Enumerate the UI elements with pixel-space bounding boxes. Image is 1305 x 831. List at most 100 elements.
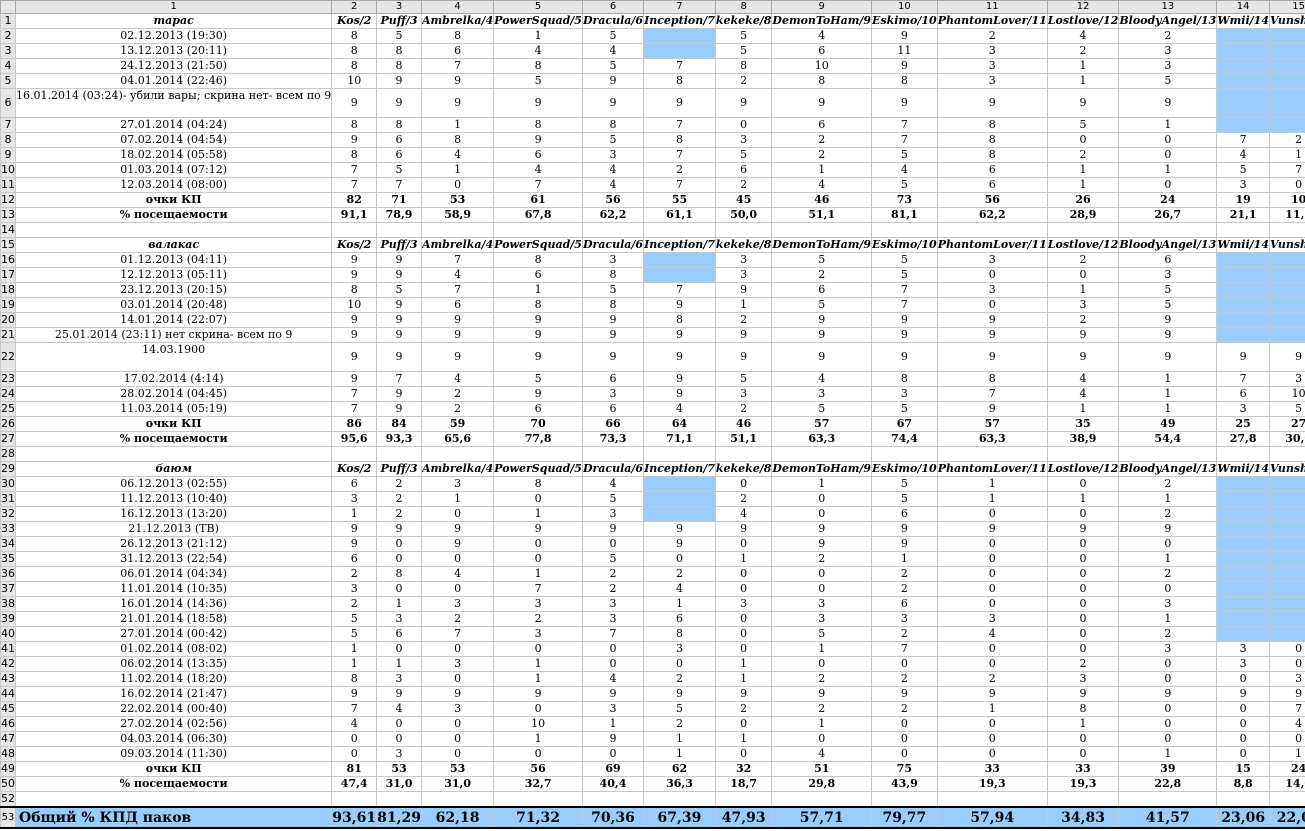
data-cell[interactable]: 1 — [1118, 746, 1218, 762]
data-cell[interactable]: 2 — [331, 566, 378, 582]
data-cell[interactable]: 2 — [581, 581, 645, 597]
data-cell[interactable]: 9 — [1046, 686, 1120, 702]
data-cell[interactable]: 1 — [1046, 401, 1120, 417]
data-cell[interactable]: 1 — [1046, 73, 1120, 89]
data-cell[interactable]: 9 — [331, 371, 378, 387]
data-cell[interactable]: 9 — [1046, 88, 1120, 118]
data-cell[interactable]: 0 — [376, 581, 422, 597]
data-cell[interactable] — [1216, 791, 1270, 808]
data-cell[interactable]: 9 — [376, 252, 422, 268]
data-cell[interactable]: 7 — [871, 282, 938, 298]
data-cell[interactable]: 9 — [771, 686, 873, 702]
data-cell[interactable] — [331, 791, 378, 808]
data-cell[interactable]: 0 — [493, 641, 583, 657]
data-cell[interactable]: BloodyAngel/13 — [1118, 237, 1218, 253]
data-cell[interactable]: 0 — [1216, 731, 1270, 747]
data-cell[interactable]: 73 — [871, 192, 938, 208]
data-cell[interactable]: 3 — [1216, 401, 1270, 417]
data-cell[interactable] — [1216, 506, 1270, 522]
row-label-cell[interactable]: 07.02.2014 (04:54) — [14, 132, 333, 148]
data-cell[interactable]: 9 — [1118, 686, 1218, 702]
data-cell[interactable]: 1 — [420, 117, 495, 133]
data-cell[interactable]: 3 — [420, 596, 495, 612]
column-header[interactable]: 6 — [581, 0, 645, 14]
data-cell[interactable]: 2 — [1046, 252, 1120, 268]
data-cell[interactable]: 63,3 — [771, 431, 873, 447]
data-cell[interactable]: 5 — [493, 371, 583, 387]
data-cell[interactable]: 6 — [1216, 386, 1270, 402]
data-cell[interactable]: 9 — [376, 686, 422, 702]
data-cell[interactable]: 0 — [1216, 701, 1270, 717]
data-cell[interactable]: 5 — [1118, 297, 1218, 313]
data-cell[interactable]: 7 — [376, 371, 422, 387]
data-cell[interactable]: 8 — [581, 297, 645, 313]
data-cell[interactable] — [1268, 491, 1305, 507]
data-cell[interactable]: 8 — [643, 73, 716, 89]
data-cell[interactable]: 9 — [1268, 686, 1305, 702]
row-label-cell[interactable]: 03.01.2014 (20:48) — [14, 297, 333, 313]
row-label-cell[interactable]: 02.12.2013 (19:30) — [14, 28, 333, 44]
row-label-cell[interactable]: 01.12.2013 (04:11) — [14, 252, 333, 268]
data-cell[interactable]: 5 — [871, 252, 938, 268]
data-cell[interactable]: 0 — [1046, 746, 1120, 762]
data-cell[interactable]: 0 — [1118, 147, 1218, 163]
row-header[interactable]: 35 — [0, 551, 16, 567]
data-cell[interactable]: 1 — [643, 746, 716, 762]
data-cell[interactable]: 7 — [331, 701, 378, 717]
data-cell[interactable]: 34,83 — [1046, 806, 1120, 829]
data-cell[interactable] — [1268, 446, 1305, 462]
data-cell[interactable] — [643, 267, 716, 283]
data-cell[interactable]: 2 — [714, 401, 773, 417]
data-cell[interactable]: 6 — [493, 401, 583, 417]
data-cell[interactable]: 0 — [493, 551, 583, 567]
data-cell[interactable]: 0 — [1118, 671, 1218, 687]
data-cell[interactable]: 6 — [771, 282, 873, 298]
data-cell[interactable] — [714, 791, 773, 808]
data-cell[interactable]: 9 — [493, 327, 583, 343]
data-cell[interactable]: 3 — [581, 147, 645, 163]
data-cell[interactable]: 0 — [771, 731, 873, 747]
data-cell[interactable]: 56 — [493, 761, 583, 777]
data-cell[interactable]: 1 — [1118, 162, 1218, 178]
data-cell[interactable]: 93,61 — [331, 806, 378, 829]
row-label-cell[interactable] — [14, 446, 333, 462]
data-cell[interactable] — [1118, 222, 1218, 238]
data-cell[interactable]: 5 — [871, 401, 938, 417]
data-cell[interactable]: 0 — [714, 566, 773, 582]
data-cell[interactable]: 27 — [1268, 416, 1305, 432]
data-cell[interactable] — [1046, 791, 1120, 808]
data-cell[interactable]: kekeke/8 — [714, 13, 773, 29]
data-cell[interactable]: 9 — [581, 312, 645, 328]
data-cell[interactable]: Wmii/14 — [1216, 237, 1270, 253]
data-cell[interactable]: 0 — [871, 656, 938, 672]
data-cell[interactable]: 3 — [771, 596, 873, 612]
row-header[interactable]: 10 — [0, 162, 16, 178]
data-cell[interactable]: Wmii/14 — [1216, 461, 1270, 477]
data-cell[interactable]: 5 — [331, 626, 378, 642]
data-cell[interactable]: Puff/3 — [376, 13, 422, 29]
data-cell[interactable] — [1216, 297, 1270, 313]
data-cell[interactable]: 1 — [1118, 551, 1218, 567]
data-cell[interactable]: 64 — [643, 416, 716, 432]
data-cell[interactable]: 5 — [771, 252, 873, 268]
data-cell[interactable]: 9 — [331, 132, 378, 148]
data-cell[interactable]: 0 — [936, 506, 1048, 522]
data-cell[interactable]: 35 — [1046, 416, 1120, 432]
data-cell[interactable]: 1 — [771, 162, 873, 178]
data-cell[interactable]: 7 — [420, 58, 495, 74]
data-cell[interactable]: 2 — [714, 177, 773, 193]
data-cell[interactable]: 1 — [643, 596, 716, 612]
data-cell[interactable]: 0 — [1046, 596, 1120, 612]
data-cell[interactable]: 5 — [581, 132, 645, 148]
data-cell[interactable]: Inception/7 — [643, 237, 716, 253]
row-label-cell[interactable]: 22.02.2014 (00:40) — [14, 701, 333, 717]
data-cell[interactable]: 0 — [936, 551, 1048, 567]
data-cell[interactable]: BloodyAngel/13 — [1118, 461, 1218, 477]
row-header[interactable]: 8 — [0, 132, 16, 148]
data-cell[interactable]: 9 — [420, 88, 495, 118]
data-cell[interactable]: 5 — [771, 401, 873, 417]
data-cell[interactable]: 46 — [771, 192, 873, 208]
data-cell[interactable] — [1268, 506, 1305, 522]
data-cell[interactable]: 21,1 — [1216, 207, 1270, 223]
data-cell[interactable]: 2 — [771, 701, 873, 717]
